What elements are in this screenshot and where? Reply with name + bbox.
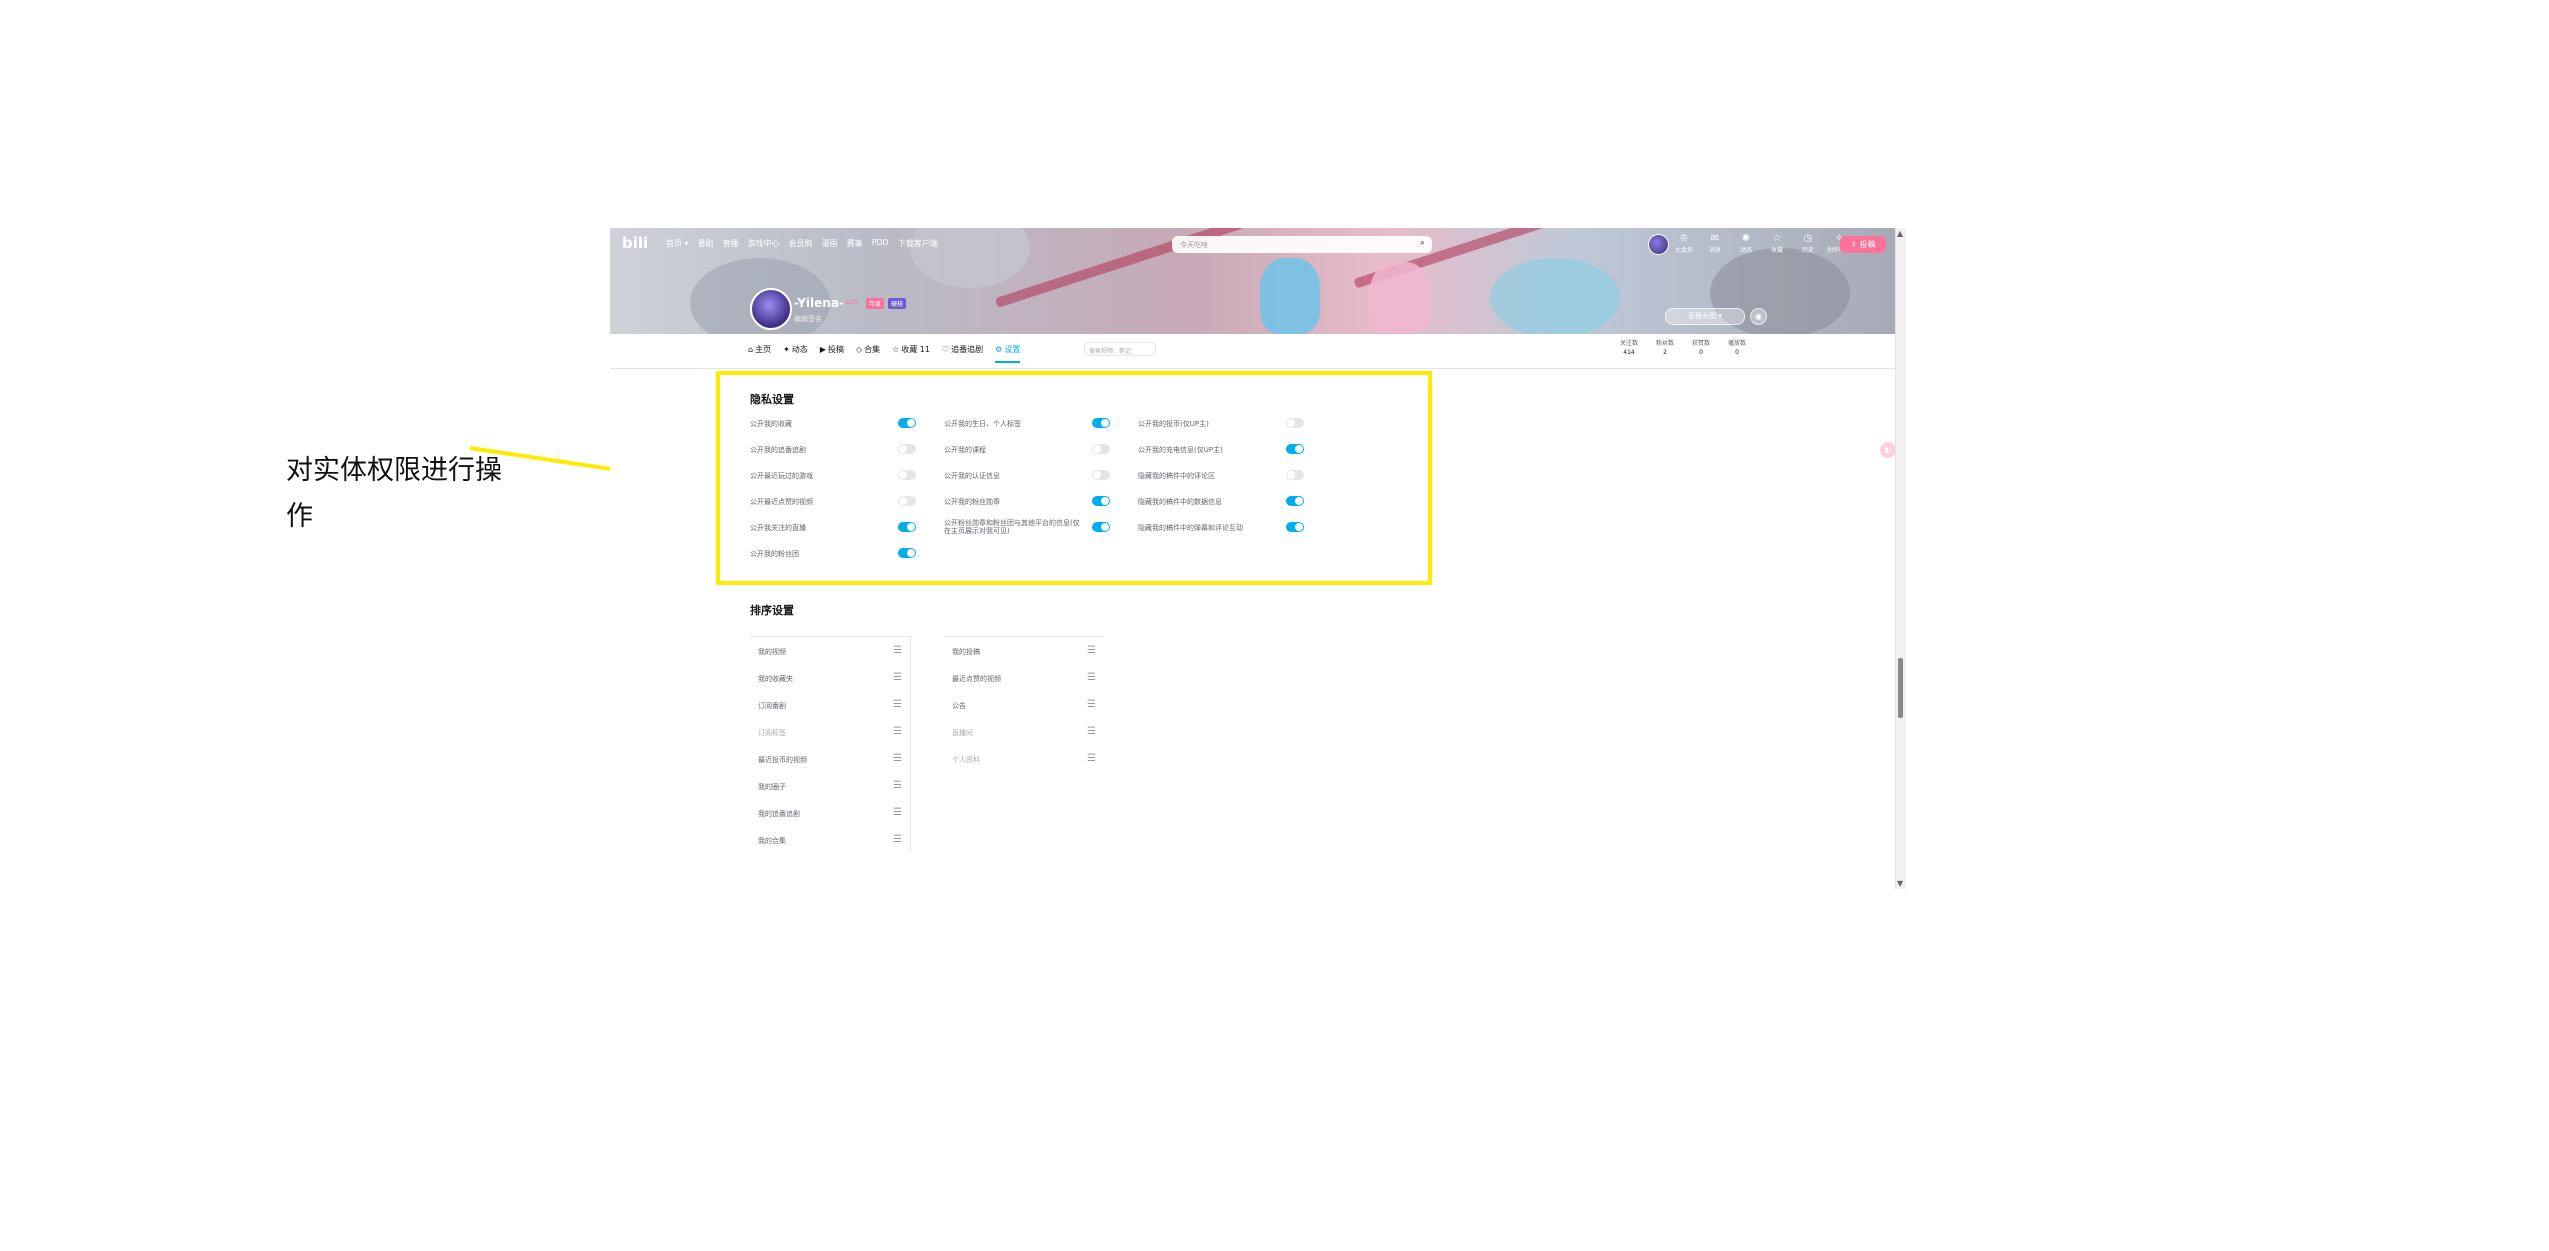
star-icon: ☆ xyxy=(892,345,900,354)
site-logo[interactable]: bili xyxy=(622,234,648,252)
tab-collections[interactable]: ◇ 合集 xyxy=(856,344,880,363)
nav-comics[interactable]: 漫画 xyxy=(822,238,838,249)
sort-item[interactable]: 最近点赞的视频 ☰ xyxy=(944,664,1104,691)
search-icon[interactable]: ⌕ xyxy=(1420,238,1425,248)
star-icon: ☆ xyxy=(1772,233,1782,244)
nav-events[interactable]: 赛事 xyxy=(847,238,863,249)
post-button[interactable]: ⇪ 投稿 xyxy=(1840,236,1886,253)
drag-handle-icon[interactable]: ☰ xyxy=(893,699,902,710)
drag-handle-icon[interactable]: ☰ xyxy=(1087,726,1096,737)
search-placeholder: 今天吃啥 xyxy=(1180,241,1208,249)
nav-games[interactable]: 游戏中心 xyxy=(748,238,780,249)
tab-dynamics[interactable]: ✦ 动态 xyxy=(783,344,808,363)
heart-icon: ♡ xyxy=(942,345,950,354)
drag-handle-icon[interactable]: ☰ xyxy=(1087,753,1096,764)
nav-pdd[interactable]: PDD xyxy=(872,238,889,249)
tab-uploads[interactable]: ▶ 投稿 xyxy=(820,344,844,363)
user-avatar[interactable] xyxy=(1648,234,1669,255)
history-icon: ◷ xyxy=(1803,233,1813,244)
drag-handle-icon[interactable]: ☰ xyxy=(893,672,902,683)
sort-item[interactable]: 我的视频 ☰ xyxy=(750,637,910,664)
nav-download-client[interactable]: 下载客户端 xyxy=(898,238,938,249)
message-icon: ✉ xyxy=(1710,233,1720,244)
tab-home[interactable]: ⌂ 主页 xyxy=(748,344,771,363)
drag-handle-icon[interactable]: ☰ xyxy=(893,807,902,818)
tab-settings[interactable]: ⚙ 设置 xyxy=(995,344,1021,363)
vip-entry[interactable]: ♔ 大会员 xyxy=(1672,233,1696,254)
sort-list-left: 我的视频 ☰ 我的收藏夹 ☰ 订阅番剧 ☰ 订阅标签 ☰ 最近投币的视频 ☰ 我的圈子 ☰ … xyxy=(750,636,911,853)
sort-item[interactable]: 个人资料 ☰ xyxy=(944,745,1104,772)
stat-likes: 获赞数 0 xyxy=(1692,340,1711,356)
sort-item[interactable]: 我的圈子 ☰ xyxy=(750,772,910,799)
dynamics-entry[interactable]: ✺ 动态 xyxy=(1734,233,1758,254)
top-navigation: bili 首页 ▾ 番剧 直播 游戏中心 会员购 漫画 赛事 PDD 下载客户端… xyxy=(610,228,1896,258)
scroll-up-icon[interactable]: ▲ xyxy=(1897,229,1903,238)
sort-item[interactable]: 我的追番追剧 ☰ xyxy=(750,799,910,826)
profile-stats: 关注数 414 粉丝数 2 获赞数 0 播放数 0 xyxy=(1620,338,1746,356)
crown-icon: ♔ xyxy=(1679,233,1689,244)
floating-helper-button[interactable]: ◐ xyxy=(1880,442,1896,458)
tab-following-series[interactable]: ♡ 追番追剧 xyxy=(942,344,983,363)
profile-tabs: ⌂ 主页 ✦ 动态 ▶ 投稿 ◇ 合集 ☆ 收藏 11 ♡ 追番追剧 ⚙ 设置 xyxy=(748,344,1021,363)
dynamic-icon: ✺ xyxy=(1741,233,1751,244)
profile-avatar[interactable] xyxy=(750,288,792,330)
vip-badge: 年度 xyxy=(866,298,885,309)
camera-icon[interactable]: ◉ xyxy=(1750,308,1767,325)
nav-links: 首页 ▾ 番剧 直播 游戏中心 会员购 漫画 赛事 PDD 下载客户端 xyxy=(666,238,938,249)
sort-item[interactable]: 我的收藏夹 ☰ xyxy=(750,664,910,691)
drag-handle-icon[interactable]: ☰ xyxy=(893,834,902,845)
profile-signature[interactable]: 编辑签名 xyxy=(794,314,822,324)
annotation-text: 对实体权限进行操作 xyxy=(286,455,502,532)
upload-icon: ⇪ xyxy=(1850,240,1858,249)
page-scrollbar[interactable]: ▲ ▼ xyxy=(1895,228,1906,889)
sort-item[interactable]: 直播间 ☰ xyxy=(944,718,1104,745)
stat-following[interactable]: 关注数 414 xyxy=(1620,338,1638,356)
stat-plays: 播放数 0 xyxy=(1728,340,1747,356)
medal-badge: 硬核 xyxy=(888,298,907,309)
history-entry[interactable]: ◷ 历史 xyxy=(1796,233,1820,254)
home-icon: ⌂ xyxy=(748,345,754,354)
change-banner-button[interactable]: 更换头图 ▾ xyxy=(1665,308,1745,325)
drag-handle-icon[interactable]: ☰ xyxy=(1087,672,1096,683)
scroll-down-icon[interactable]: ▼ xyxy=(1897,879,1903,888)
drag-handle-icon[interactable]: ☰ xyxy=(893,645,902,656)
drag-handle-icon[interactable]: ☰ xyxy=(893,726,902,737)
header-actions: ♔ 大会员 ✉ 消息 ✺ 动态 ☆ 收藏 ◷ 历史 ✧ 创作中心 xyxy=(1672,233,1851,254)
sort-item[interactable]: 公告 ☰ xyxy=(944,691,1104,718)
sort-list-right: 我的投稿 ☰ 最近点赞的视频 ☰ 公告 ☰ 直播间 ☰ 个人资料 ☰ xyxy=(944,636,1104,772)
nav-home[interactable]: 首页 ▾ xyxy=(666,238,689,249)
play-icon: ▶ xyxy=(819,345,826,354)
sort-item[interactable]: 我的合集 ☰ xyxy=(750,826,910,853)
nav-anime[interactable]: 番剧 xyxy=(698,238,714,249)
collection-icon: ◇ xyxy=(855,345,863,354)
drag-handle-icon[interactable]: ☰ xyxy=(893,780,902,791)
drag-handle-icon[interactable]: ☰ xyxy=(1087,699,1096,710)
scrollbar-thumb[interactable] xyxy=(1898,658,1903,718)
messages-entry[interactable]: ✉ 消息 xyxy=(1703,233,1727,254)
drag-handle-icon[interactable]: ☰ xyxy=(893,753,902,764)
favorites-entry[interactable]: ☆ 收藏 xyxy=(1765,233,1789,254)
tab-search-input[interactable]: 搜索视频、笔记 xyxy=(1084,342,1156,356)
nav-mall[interactable]: 会员购 xyxy=(789,238,813,249)
stat-followers[interactable]: 粉丝数 2 xyxy=(1656,338,1674,356)
profile-banner: bili 首页 ▾ 番剧 直播 游戏中心 会员购 漫画 赛事 PDD 下载客户端… xyxy=(610,228,1896,334)
tab-favorites[interactable]: ☆ 收藏 11 xyxy=(892,344,930,363)
nav-live[interactable]: 直播 xyxy=(723,238,739,249)
sort-item[interactable]: 订阅标签 ☰ xyxy=(750,718,910,745)
profile-username: -Yilena- xyxy=(794,296,844,310)
drag-handle-icon[interactable]: ☰ xyxy=(1087,645,1096,656)
sort-item[interactable]: 订阅番剧 ☰ xyxy=(750,691,910,718)
search-input[interactable]: 今天吃啥 ⌕ xyxy=(1172,236,1432,253)
sort-item[interactable]: 最近投币的视频 ☰ xyxy=(750,745,910,772)
sort-item[interactable]: 我的投稿 ☰ xyxy=(944,637,1104,664)
profile-tabbar: ⌂ 主页 ✦ 动态 ▶ 投稿 ◇ 合集 ☆ 收藏 11 ♡ 追番追剧 ⚙ 设置 搜索视频、笔记… xyxy=(610,334,1896,369)
privacy-highlight-box xyxy=(716,371,1432,585)
gear-icon: ⚙ xyxy=(995,345,1003,354)
dynamic-icon: ✦ xyxy=(783,345,790,354)
level-badge: LV5 xyxy=(846,298,859,306)
sort-settings-title: 排序设置 xyxy=(750,604,794,617)
